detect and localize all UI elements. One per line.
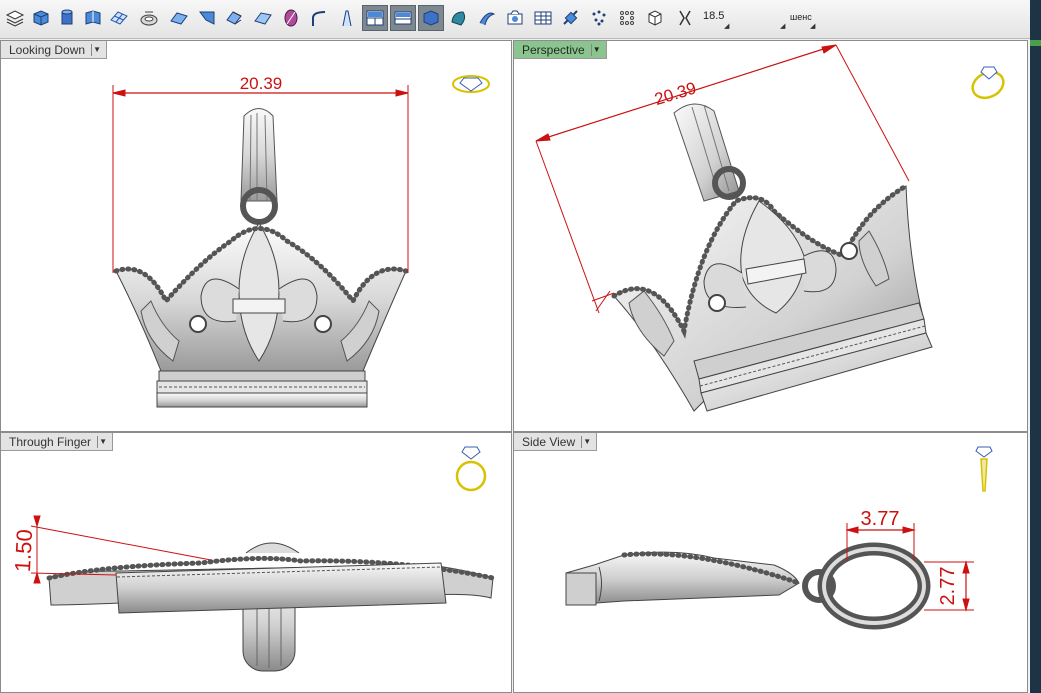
ellipse-icon[interactable] [250,5,276,31]
viewport-3d-icon[interactable] [418,5,444,31]
dimension-label: 2.77 [937,567,959,606]
label-value[interactable]: шенс [790,12,812,22]
book-icon[interactable] [80,5,106,31]
toolbar: 18.5 ◢ шенс ◢ ◢ [0,0,1041,39]
viewport-through-finger[interactable]: Through Finger ▼ 1.50 [0,432,512,693]
curve-icon[interactable] [306,5,332,31]
camera-icon[interactable] [502,5,528,31]
ellipse-surface-icon[interactable] [278,5,304,31]
zoom-value[interactable]: 18.5 [703,10,724,22]
ring-gizmo-icon[interactable] [972,443,996,495]
loft-icon[interactable] [334,5,360,31]
sphere-shade-icon[interactable] [446,5,472,31]
pendant-side-render: 3.77 2.77 [565,508,974,630]
viewport-2-icon[interactable] [390,5,416,31]
cylinder-icon[interactable] [54,5,80,31]
bracket-icon[interactable] [672,5,698,31]
layers-icon[interactable] [2,5,28,31]
box-icon[interactable] [28,5,54,31]
label-dropdown-right-icon[interactable]: ◢ [810,22,815,30]
label-dropdown-left-icon[interactable]: ◢ [780,22,785,30]
crown-front-render: 20.39 [112,74,409,408]
point-cloud-icon[interactable] [586,5,612,31]
crown-perspective-render: 20.39 [535,44,933,412]
ring-gizmo-icon[interactable] [966,61,1010,101]
zoom-dropdown-icon[interactable]: ◢ [724,22,729,30]
fold-icon[interactable] [194,5,220,31]
dimension-label: 20.39 [240,74,283,93]
ring-gizmo-icon[interactable] [453,443,489,495]
dimension-label: 3.77 [861,508,900,530]
scatter-icon[interactable] [614,5,640,31]
swirl-icon[interactable] [474,5,500,31]
sheet-icon[interactable] [222,5,248,31]
torus-icon[interactable] [136,5,162,31]
viewport-side-view[interactable]: Side View ▼ 3.77 2.77 [513,432,1028,693]
dimension-label: 1.50 [10,529,37,573]
ring-gizmo-icon[interactable] [451,71,491,97]
cube-icon[interactable] [642,5,668,31]
viewport-perspective[interactable]: Perspective ▼ 20.39 [513,40,1028,432]
right-panel-strip [1030,0,1041,693]
grid-plane-icon[interactable] [106,5,132,31]
sattelite-icon[interactable] [558,5,584,31]
viewport-looking-down[interactable]: Looking Down ▼ 20.39 [0,40,512,432]
plane-icon[interactable] [166,5,192,31]
crown-side-render: 1.50 [10,515,496,672]
viewport-layout-icon[interactable] [362,5,388,31]
frame-icon[interactable] [530,5,556,31]
